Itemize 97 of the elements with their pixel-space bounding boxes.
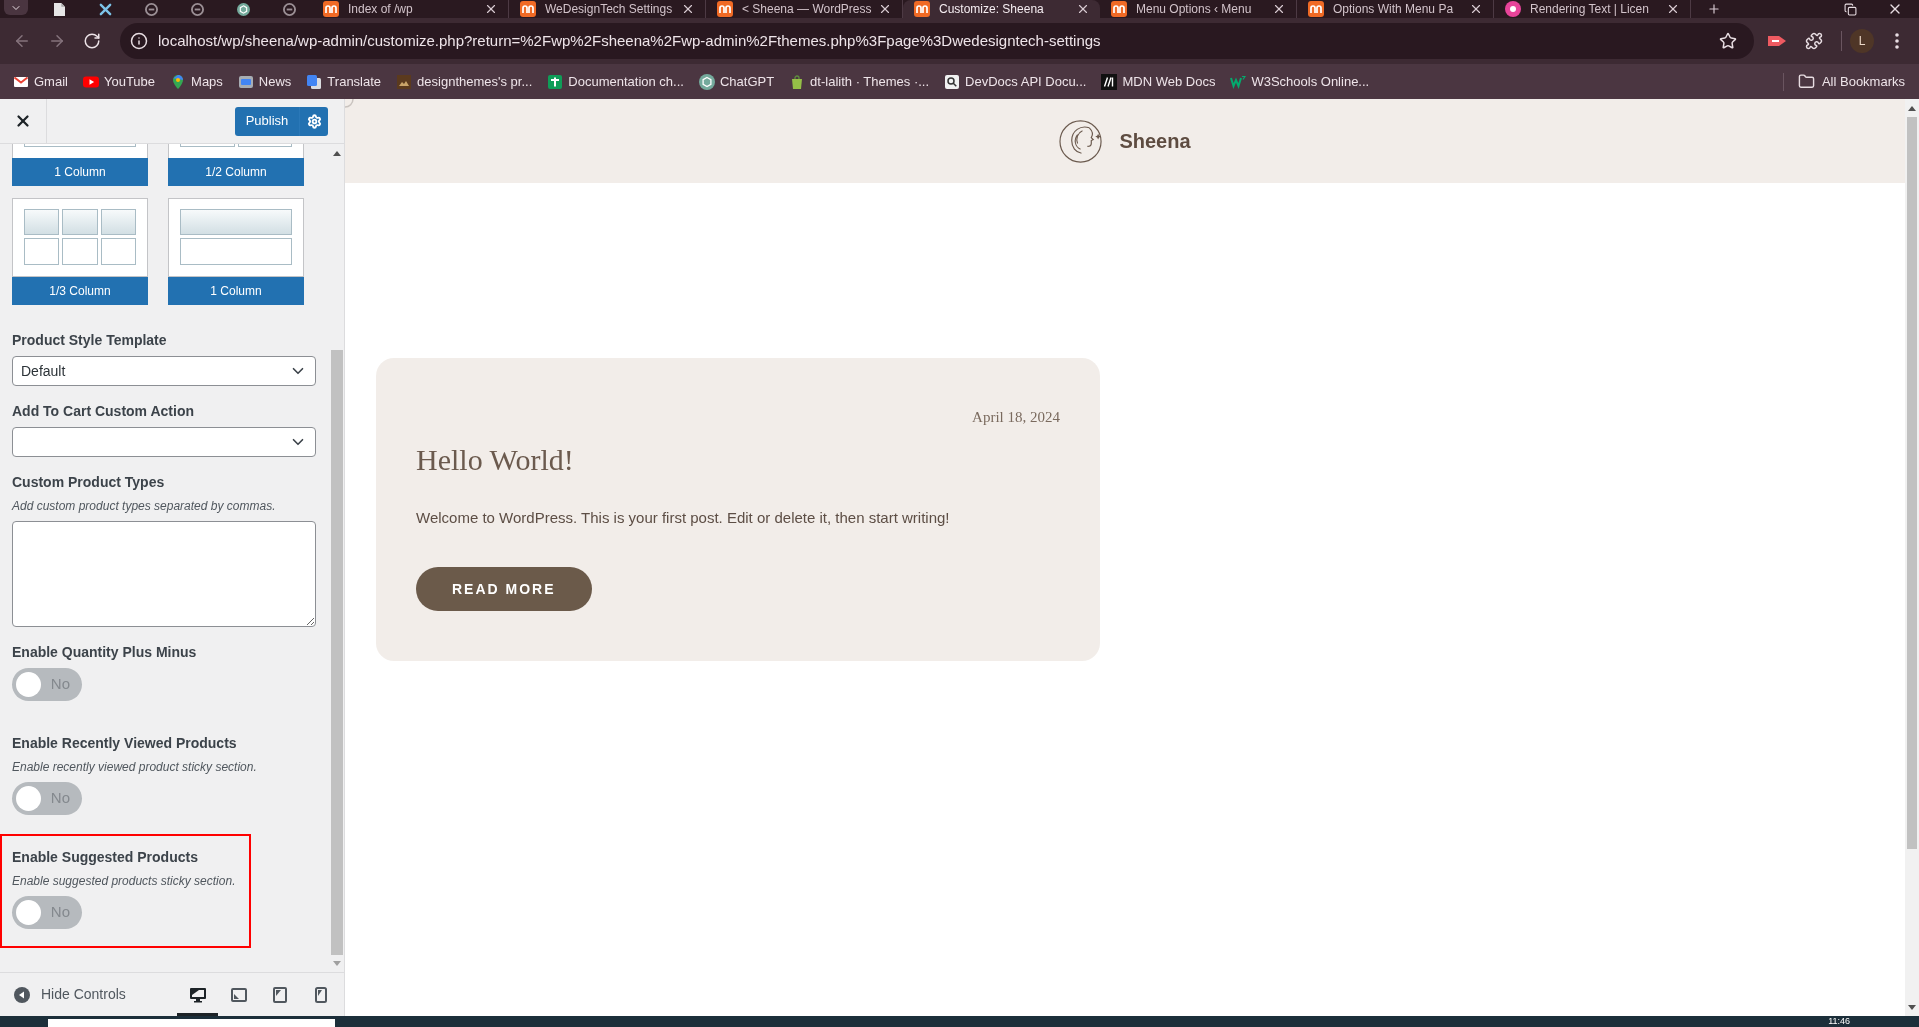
collapse-icon [14,986,30,1003]
taskbar-search-field[interactable] [48,1019,335,1027]
scrollbar-thumb[interactable] [331,350,343,955]
bookmark[interactable]: Gmail [7,67,74,96]
scroll-up-arrow-icon[interactable] [333,150,341,156]
bookmark[interactable]: YouTube [76,67,162,96]
bookmark[interactable]: News [231,67,298,96]
setting-description: Enable recently viewed product sticky section. [12,759,258,775]
zigzag-icon [1230,73,1247,90]
scrollbar-thumb[interactable] [1907,117,1917,849]
hexagon-icon[interactable] [236,2,250,16]
layout-option[interactable]: 1 Column [168,198,304,305]
menu-icon [1895,33,1899,49]
dropdown[interactable] [12,427,316,457]
mobile-icon [314,986,327,1003]
close-icon[interactable] [878,2,892,16]
close-icon[interactable] [484,2,498,16]
desktop-icon [189,986,206,1003]
logo-tile-icon [717,1,733,17]
post-date: April 18, 2024 [972,408,1060,427]
browser-tab[interactable]: Customize: Sheena [903,0,1100,18]
new-tab-icon[interactable] [1707,2,1721,16]
bookmark[interactable]: designthemes's pr... [390,67,539,96]
puzzle-icon [1805,32,1823,50]
bookmark[interactable]: Translate [300,67,388,96]
tab-search-button[interactable] [4,0,28,15]
reload-icon [83,32,101,50]
switch-knob-icon [16,672,41,697]
clock-time: 11:46 [1828,1016,1851,1027]
info-icon[interactable] [130,32,148,50]
all-bookmarks-button[interactable]: All Bookmarks [1791,67,1911,96]
setting-label: Custom Product Types [12,473,166,491]
tablet-landscape-icon [230,986,247,1003]
round-logo-icon [1505,1,1521,17]
setting-label: Enable Recently Viewed Products [12,734,238,752]
publish-button[interactable]: Publish [235,106,299,136]
tablet-icon [271,986,288,1003]
logo-tile-icon [1111,1,1127,17]
post-title[interactable]: Hello World! [416,442,1060,478]
layout-option[interactable]: 1/2 Column [168,144,304,186]
settings-icon [306,113,322,129]
logo-tile-icon [323,1,339,17]
setting-description: Enable suggested products sticky section. [12,873,236,889]
textarea-field[interactable] [12,521,316,627]
forward-arrow-icon [48,32,66,50]
arc-icon [345,99,355,108]
slashes-icon [1101,73,1118,90]
circle-icon[interactable] [144,2,158,16]
folder-icon [1797,73,1815,90]
bookmark[interactable]: Documentation ch... [541,67,690,96]
close-icon[interactable] [1076,2,1090,16]
read-more-button[interactable]: READ MORE [416,567,592,611]
arrow-tag-icon [1768,34,1786,48]
page-icon[interactable] [53,2,65,16]
scroll-up-arrow-icon[interactable] [1908,105,1916,111]
address-field[interactable]: localhost/wp/sheena/wp-admin/customize.php?return=%2Fwp%2Fsheena%2Fwp-admin%2Fthemes.php%3Fpage%3Dwedesigntech-settings [120,23,1754,59]
hide-controls-button[interactable]: Hide Controls [0,973,126,1016]
close-icon[interactable] [681,2,695,16]
profile-button[interactable]: L [1850,29,1874,53]
bookmark[interactable]: MDN Web Docs [1095,67,1222,96]
switch-knob-icon [16,786,41,811]
restore-icon[interactable] [1844,2,1857,16]
circle-icon[interactable] [190,2,204,16]
circle-icon[interactable] [282,2,296,16]
logo-tile-icon [520,1,536,17]
bookmark[interactable]: dt-lalith · Themes ·... [783,67,936,96]
bookmark[interactable]: W3Schools Online... [1224,67,1376,96]
translate-icon [306,73,323,90]
setting-label: Product Style Template [12,331,168,349]
close-icon[interactable] [1469,2,1483,16]
close-icon [14,112,32,130]
star-icon[interactable] [1719,32,1737,50]
plus-icon [547,73,564,90]
layout-option[interactable]: 1/3 Column [12,198,148,305]
close-icon[interactable] [1666,2,1680,16]
newspaper-icon [237,73,254,90]
close-icon[interactable] [1272,2,1286,16]
site-title[interactable]: Sheena [1119,126,1191,156]
setting-label: Add To Cart Custom Action [12,402,195,420]
setting-description: Add custom product types separated by commas. [12,498,277,514]
bookmark[interactable]: Maps [164,67,229,96]
cross-icon[interactable] [98,2,112,16]
setting-label: Enable Suggested Products [12,848,199,866]
scroll-down-arrow-icon[interactable] [1908,1005,1916,1010]
search-icon [944,73,961,90]
logo-tile-icon [1308,1,1324,17]
switch-knob-icon [16,900,41,925]
logo-tile-icon [914,1,930,17]
dropdown[interactable]: Default [12,356,316,386]
setting-label: Enable Quantity Plus Minus [12,643,198,661]
bookmark[interactable]: DevDocs API Docu... [938,67,1093,96]
publish-settings-button[interactable] [299,106,328,136]
image-icon [396,73,413,90]
layout-option[interactable]: 1 Column [12,144,148,186]
post-excerpt: Welcome to WordPress. This is your first post. Edit or delete it, then start writing! [416,508,951,528]
bookmark[interactable]: ChatGPT [692,67,781,96]
logo-icon [1059,118,1105,164]
